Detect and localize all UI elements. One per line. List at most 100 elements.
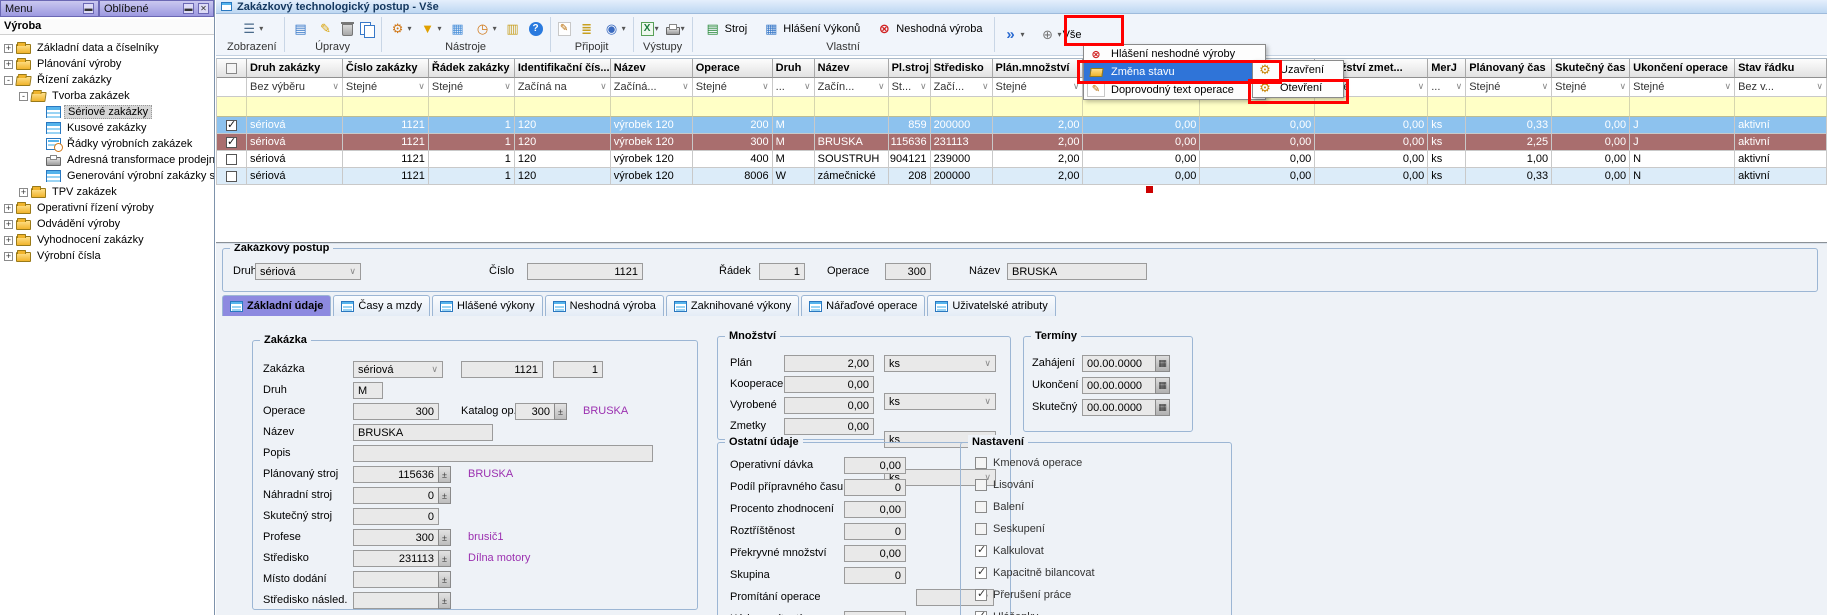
filter-cell[interactable]: Stejné [1630, 78, 1735, 97]
tab-zaknihovane-vykony[interactable]: Zaknihované výkony [666, 295, 799, 316]
stroj-button[interactable]: ▤Stroj [700, 20, 752, 38]
calendar-icon[interactable]: ▦ [1155, 377, 1170, 394]
column-header-operace[interactable]: Operace [693, 59, 773, 78]
tree-expander-icon[interactable]: + [19, 188, 28, 197]
new-row-cell[interactable] [1630, 97, 1735, 117]
spin-button[interactable]: ± [438, 592, 451, 609]
tree-expander-icon[interactable]: + [4, 60, 13, 69]
help-button[interactable]: ? [529, 22, 543, 36]
tab-uzivatelske-atributy[interactable]: Uživatelské atributy [927, 295, 1055, 316]
tab-zakladni-udaje[interactable]: Základní údaje [222, 295, 331, 316]
row-checkbox[interactable] [226, 154, 237, 165]
sidebar-item-rizeni-zakazky[interactable]: -Řízení zakázky [0, 72, 214, 88]
table-row[interactable]: sériová11211120výrobek 1208006Wzámečnick… [217, 168, 1827, 185]
row-checkbox[interactable] [226, 120, 237, 131]
filter-cell[interactable]: Bez v... [1735, 78, 1827, 97]
column-header-pl-stroj[interactable]: Pl.stroj [889, 59, 931, 78]
spin-button[interactable]: ± [554, 403, 567, 420]
column-header-radek-zakazky[interactable]: Řádek zakázky [429, 59, 515, 78]
spin-button[interactable]: ± [438, 487, 451, 504]
sidebar-item-tpv-zakazek[interactable]: +TPV zakázek [0, 184, 214, 200]
new-record-button[interactable]: ▤ [292, 21, 310, 37]
actions-menu-button[interactable]: »▾ [1002, 27, 1025, 43]
new-row-cell[interactable] [931, 97, 993, 117]
sidebar-item-tvorba-zakazek[interactable]: -Tvorba zakázek [0, 88, 214, 104]
sidebar-item-seriove-zakazky[interactable]: Sériové zakázky [0, 104, 214, 120]
nahradni-stroj-field[interactable]: 0 [353, 487, 439, 504]
filter-cell[interactable]: ... [773, 78, 815, 97]
spin-button[interactable]: ± [438, 466, 451, 483]
tab-neshodna-vyroba[interactable]: Neshodná výroba [545, 295, 664, 316]
table-row[interactable]: sériová11211120výrobek 120400MSOUSTRUH90… [217, 151, 1827, 168]
new-row-cell[interactable] [889, 97, 931, 117]
zmetky-field[interactable]: 0,00 [784, 418, 874, 435]
columns-button[interactable]: ▥ [504, 21, 522, 37]
media-button[interactable]: ◉▾ [603, 21, 626, 37]
column-header-plan-mnozstvi[interactable]: Plán.množství [993, 59, 1084, 78]
new-row-cell[interactable] [993, 97, 1084, 117]
relations-button[interactable]: ▦ [449, 21, 467, 37]
tree-expander-icon[interactable]: - [4, 76, 13, 85]
filter-cell[interactable]: Stejné [1552, 78, 1630, 97]
nazev-field[interactable]: BRUSKA [353, 424, 493, 441]
misto-dodani-field[interactable] [353, 571, 439, 588]
zakazka-field[interactable]: sériová [353, 361, 443, 378]
print-button[interactable]: ▾ [666, 23, 685, 35]
table-row[interactable]: sériová11211120výrobek 120200M8592000002… [217, 117, 1827, 134]
filter-cell[interactable]: Začíná na [515, 78, 611, 97]
reference-link[interactable]: brusič1 [468, 529, 503, 546]
filter-cell[interactable]: ... [1428, 78, 1466, 97]
operace-field[interactable]: 300 [353, 403, 439, 420]
sidebar-item-vyhodnoceni-zakazky[interactable]: +Vyhodnocení zakázky [0, 232, 214, 248]
filter-cell[interactable]: Stejné [693, 78, 773, 97]
zakazka-field[interactable]: 1 [553, 361, 603, 378]
column-header-nazev[interactable]: Název [815, 59, 889, 78]
reference-link[interactable]: BRUSKA [583, 403, 628, 420]
column-header-identifikacni-cis[interactable]: Identifikační čís... [515, 59, 611, 78]
operace-field[interactable]: 300 [885, 263, 931, 280]
minimize-icon[interactable]: ▬ [83, 3, 94, 14]
new-row-cell[interactable] [1552, 97, 1630, 117]
edit-record-button[interactable]: ✎ [317, 21, 335, 37]
sidebar-item-generovani-vyrobni-zakazky-s-rozp[interactable]: Generování výrobní zakázky s rozp [0, 168, 214, 184]
note-button[interactable]: ✎ [558, 22, 571, 36]
kod-promitnuti-field[interactable]: 0 [844, 611, 906, 615]
column-header-druh[interactable]: Druh [773, 59, 815, 78]
tab-hlasene-vykony[interactable]: Hlášené výkony [432, 295, 543, 316]
settings-button[interactable]: ⚙▾ [389, 21, 412, 37]
spin-button[interactable]: ± [438, 550, 451, 567]
new-row-cell[interactable] [1735, 97, 1827, 117]
tree-expander-icon[interactable]: + [4, 236, 13, 245]
tab-casy-a-mzdy[interactable]: Časy a mzdy [333, 295, 430, 316]
druh-field[interactable]: sériová [255, 263, 361, 280]
column-header-planovany-cas[interactable]: Plánovaný čas [1466, 59, 1552, 78]
calendar-icon[interactable]: ▦ [1155, 399, 1170, 416]
tree-expander-icon[interactable]: + [4, 220, 13, 229]
new-row-cell[interactable] [217, 97, 247, 117]
filter-cell[interactable]: Stejné [993, 78, 1084, 97]
zakazka-field[interactable]: 1121 [461, 361, 543, 378]
tab-naradove-operace[interactable]: Nářaďové operace [801, 295, 925, 316]
tree-expander-icon[interactable]: - [19, 92, 28, 101]
new-row-cell[interactable] [815, 97, 889, 117]
stredisko-nasled-field[interactable] [353, 592, 439, 609]
reference-link[interactable]: BRUSKA [468, 466, 513, 483]
filter-cell[interactable]: St... [889, 78, 931, 97]
prekryvne-mnozstvi-field[interactable]: 0,00 [844, 545, 906, 562]
new-row-cell[interactable] [515, 97, 611, 117]
menu-panel-tab[interactable]: Menu ▬ [0, 0, 99, 17]
roztristenost-field[interactable]: 0 [844, 523, 906, 540]
filter-cell[interactable]: Začín... [815, 78, 889, 97]
druh-field[interactable]: M [353, 382, 383, 399]
delete-record-button[interactable] [342, 21, 353, 36]
spin-button[interactable]: ± [438, 571, 451, 588]
stredisko-field[interactable]: 231113 [353, 550, 439, 567]
new-row-cell[interactable] [247, 97, 343, 117]
table-row[interactable]: sériová11211120výrobek 120300MBRUSKA1156… [217, 134, 1827, 151]
podil-pripravneho-casu-field[interactable]: 0 [844, 479, 906, 496]
calendar-icon[interactable]: ▦ [1155, 355, 1170, 372]
favorites-panel-tab[interactable]: Oblíbené ▬ ✕ [99, 0, 214, 17]
excel-export-button[interactable]: X▾ [641, 22, 659, 36]
column-header-merj[interactable]: MerJ [1428, 59, 1466, 78]
zahajeni-date-field[interactable]: 00.00.0000 [1082, 355, 1156, 372]
